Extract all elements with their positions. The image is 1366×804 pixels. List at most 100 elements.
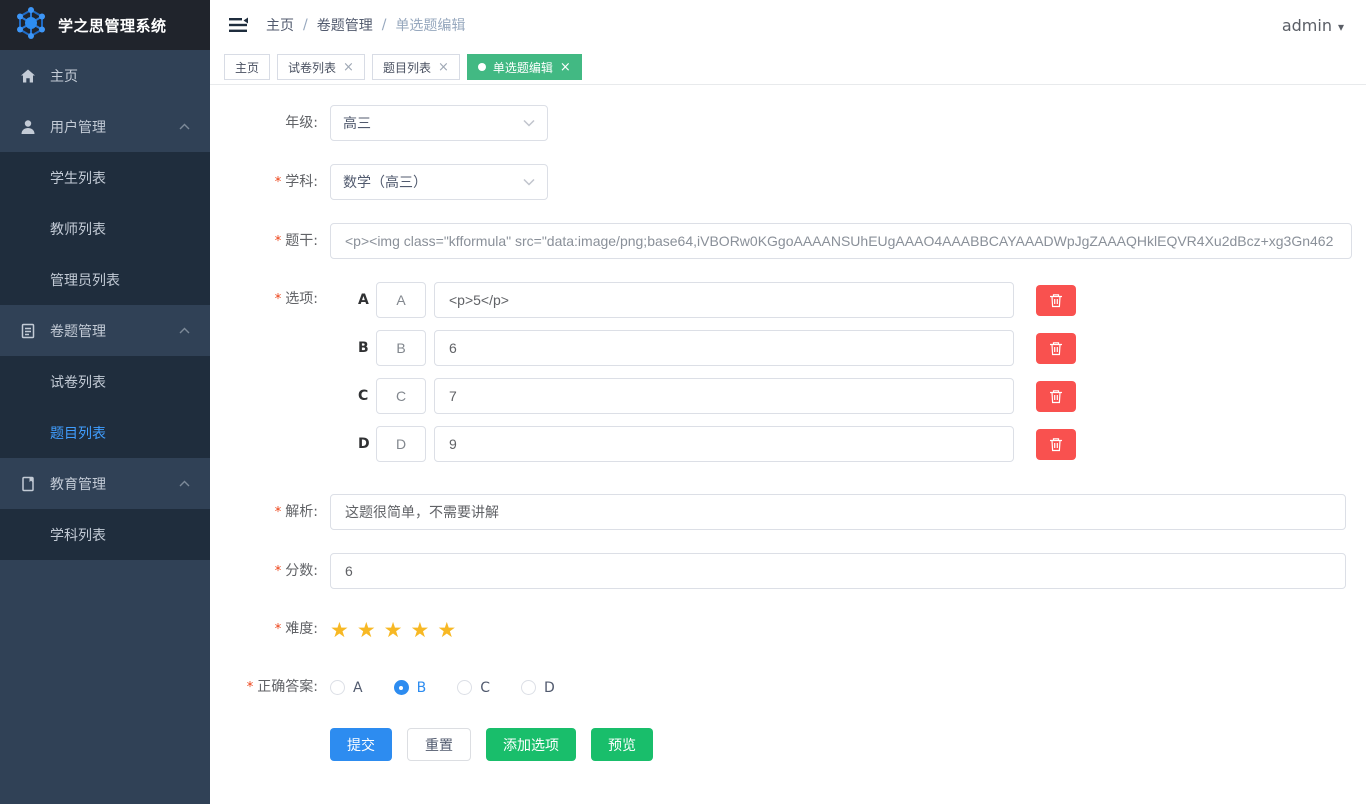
tab-home[interactable]: 主页 xyxy=(224,54,270,80)
main-area: 主页 / 卷题管理 / 单选题编辑 admin ▾ 主页 试卷列表 × 题目列表… xyxy=(210,0,1366,804)
option-letter: C xyxy=(358,388,376,404)
label-text: 正确答案: xyxy=(257,679,318,695)
option-d-prefix-input[interactable] xyxy=(376,426,426,462)
answer-radio-b[interactable]: B xyxy=(394,680,427,696)
trash-icon xyxy=(1049,437,1063,452)
add-option-button[interactable]: 添加选项 xyxy=(486,728,576,761)
option-c-delete-button[interactable] xyxy=(1036,381,1076,412)
star-icon[interactable]: ★ xyxy=(330,613,349,647)
star-icon[interactable]: ★ xyxy=(437,613,456,647)
submenu-paper-mgmt: 试卷列表 题目列表 xyxy=(0,356,210,458)
sidebar-item-papers[interactable]: 试卷列表 xyxy=(0,356,210,407)
submit-button[interactable]: 提交 xyxy=(330,728,392,761)
radio-icon xyxy=(330,680,345,695)
analysis-input[interactable] xyxy=(330,494,1346,530)
option-c-prefix-input[interactable] xyxy=(376,378,426,414)
required-mark: * xyxy=(275,292,282,307)
app-logo: 学之思管理系统 xyxy=(0,0,210,50)
subject-select[interactable]: 数学（高三） xyxy=(330,164,548,200)
star-icon[interactable]: ★ xyxy=(384,613,403,647)
answer-radio-a[interactable]: A xyxy=(330,680,363,696)
option-a-prefix-input[interactable] xyxy=(376,282,426,318)
sidebar-group-edu-mgmt[interactable]: 教育管理 xyxy=(0,458,210,509)
sidebar-item-label: 教师列表 xyxy=(50,219,106,239)
close-icon[interactable]: × xyxy=(438,61,449,74)
actions: 提交 重置 添加选项 预览 xyxy=(330,728,653,761)
label-text: 学科: xyxy=(285,174,318,190)
close-icon[interactable]: × xyxy=(560,61,571,74)
tab-single-choice-edit[interactable]: 单选题编辑 × xyxy=(467,54,582,80)
option-c-content-input[interactable] xyxy=(434,378,1014,414)
label-text: 年级: xyxy=(285,115,318,131)
required-mark: * xyxy=(275,622,282,637)
option-row-d: D xyxy=(330,426,1076,462)
sidebar-item-label: 题目列表 xyxy=(50,423,106,443)
option-d-content-input[interactable] xyxy=(434,426,1014,462)
active-dot-icon xyxy=(478,63,486,71)
answer-radio-c[interactable]: C xyxy=(457,680,490,696)
trash-icon xyxy=(1049,341,1063,356)
sidebar-item-home[interactable]: 主页 xyxy=(0,50,210,101)
options-row: *选项: A B xyxy=(210,282,1366,474)
sidebar-item-label: 管理员列表 xyxy=(50,270,120,290)
sidebar-toggle-icon[interactable] xyxy=(228,15,248,35)
breadcrumb-separator: / xyxy=(303,17,308,33)
notebook-icon xyxy=(20,476,36,492)
sidebar-item-students[interactable]: 学生列表 xyxy=(0,152,210,203)
radio-label: D xyxy=(544,680,555,696)
chevron-down-icon xyxy=(523,119,535,127)
label-text: 题干: xyxy=(285,233,318,249)
answer-radio-group: A B C D xyxy=(330,680,586,696)
preview-button[interactable]: 预览 xyxy=(591,728,653,761)
option-a-delete-button[interactable] xyxy=(1036,285,1076,316)
subject-row: *学科: 数学（高三） xyxy=(210,164,1366,200)
option-b-delete-button[interactable] xyxy=(1036,333,1076,364)
sidebar: 学之思管理系统 主页 用户管理 学生列表 xyxy=(0,0,210,804)
actions-row: 提交 重置 添加选项 预览 xyxy=(210,728,1366,761)
sidebar-item-admins[interactable]: 管理员列表 xyxy=(0,254,210,305)
option-b-content-input[interactable] xyxy=(434,330,1014,366)
sidebar-item-teachers[interactable]: 教师列表 xyxy=(0,203,210,254)
close-icon[interactable]: × xyxy=(343,61,354,74)
radio-icon xyxy=(521,680,536,695)
breadcrumb: 主页 / 卷题管理 / 单选题编辑 xyxy=(266,15,465,35)
sidebar-item-questions[interactable]: 题目列表 xyxy=(0,407,210,458)
breadcrumb-paper-mgmt[interactable]: 卷题管理 xyxy=(317,15,373,35)
sidebar-item-label: 学科列表 xyxy=(50,525,106,545)
stem-input[interactable] xyxy=(330,223,1352,259)
caret-down-icon: ▾ xyxy=(1338,20,1344,34)
user-dropdown[interactable]: admin ▾ xyxy=(1282,16,1344,35)
tab-paper-list[interactable]: 试卷列表 × xyxy=(277,54,365,80)
star-icon[interactable]: ★ xyxy=(357,613,376,647)
option-b-prefix-input[interactable] xyxy=(376,330,426,366)
required-mark: * xyxy=(247,680,254,695)
tab-label: 题目列表 xyxy=(383,59,431,76)
grade-select[interactable]: 高三 xyxy=(330,105,548,141)
radio-checked-icon xyxy=(394,680,409,695)
option-row-a: A xyxy=(330,282,1076,318)
option-letter: B xyxy=(358,340,376,356)
tab-label: 试卷列表 xyxy=(288,59,336,76)
option-d-delete-button[interactable] xyxy=(1036,429,1076,460)
difficulty-rating: ★ ★ ★ ★ ★ xyxy=(330,613,456,647)
breadcrumb-current: 单选题编辑 xyxy=(395,15,465,35)
breadcrumb-home[interactable]: 主页 xyxy=(266,15,294,35)
tab-question-list[interactable]: 题目列表 × xyxy=(372,54,460,80)
required-mark: * xyxy=(275,505,282,520)
score-input[interactable] xyxy=(330,553,1346,589)
sidebar-item-subjects[interactable]: 学科列表 xyxy=(0,509,210,560)
option-a-content-input[interactable] xyxy=(434,282,1014,318)
chevron-up-icon xyxy=(179,327,190,334)
tag-view-bar: 主页 试卷列表 × 题目列表 × 单选题编辑 × xyxy=(210,50,1366,85)
sidebar-item-label: 主页 xyxy=(50,66,78,86)
app-title: 学之思管理系统 xyxy=(58,15,167,36)
chevron-down-icon xyxy=(523,178,535,186)
answer-radio-d[interactable]: D xyxy=(521,680,555,696)
reset-button[interactable]: 重置 xyxy=(407,728,471,761)
radio-label: C xyxy=(480,680,490,696)
sidebar-group-paper-mgmt[interactable]: 卷题管理 xyxy=(0,305,210,356)
score-row: *分数: xyxy=(210,553,1366,589)
sidebar-group-user-mgmt[interactable]: 用户管理 xyxy=(0,101,210,152)
trash-icon xyxy=(1049,389,1063,404)
star-icon[interactable]: ★ xyxy=(410,613,429,647)
